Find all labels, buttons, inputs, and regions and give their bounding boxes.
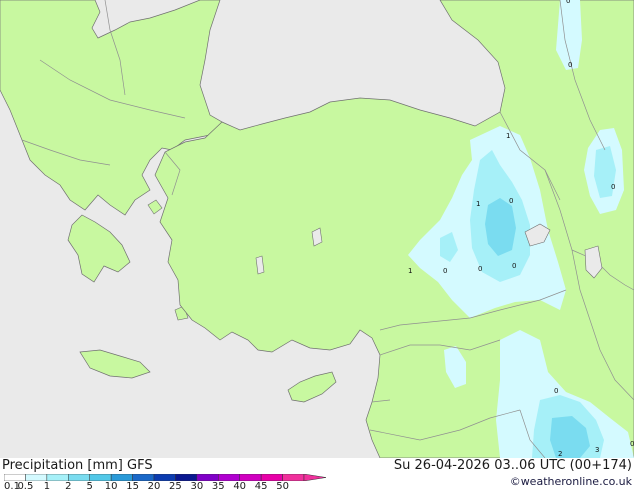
legend-tick-label: 30 (190, 481, 204, 492)
legend-tick-label: 35 (211, 481, 225, 492)
legend-swatch (110, 474, 133, 481)
precip-value-label: 0 (509, 197, 513, 205)
legend-tick-label: 2 (65, 481, 72, 492)
legend-swatch (46, 474, 69, 481)
map-footer: Precipitation [mm] GFS Su 26-04-2026 03.… (0, 458, 634, 492)
legend-tick-label: 25 (169, 481, 182, 492)
legend-tick-label: 40 (233, 481, 247, 492)
precip-value-label: 1 (476, 200, 480, 208)
precip-value-label: 0 (568, 61, 572, 69)
legend-swatch (282, 474, 305, 481)
precip-value-label: 0 (478, 265, 482, 273)
credit-text[interactable]: ©weatheronline.co.uk (510, 475, 632, 488)
forecast-run-info: Su 26-04-2026 03..06 UTC (00+174) (393, 458, 632, 473)
legend-swatch (4, 474, 26, 481)
precip-value-label: 0 (611, 183, 615, 191)
precip-value-label: 1 (506, 132, 510, 140)
precip-value-label: 1 (408, 267, 412, 275)
precip-value-label: 0 (554, 387, 558, 395)
legend-swatch (25, 474, 48, 481)
legend-tick-label: 45 (254, 481, 268, 492)
legend-swatch (132, 474, 155, 481)
precip-value-label: 3 (595, 446, 599, 454)
legend-tick-label: 5 (86, 481, 93, 492)
legend-swatch (68, 474, 90, 481)
legend-swatch (218, 474, 240, 481)
legend-swatch (260, 474, 283, 481)
legend-tick-label: 10 (104, 481, 118, 492)
legend-tick-label: 0.5 (17, 481, 34, 492)
legend-tick-label: 20 (147, 481, 161, 492)
legend-tick-label: 15 (126, 481, 139, 492)
legend-swatch (153, 474, 176, 481)
legend-swatch (175, 474, 198, 481)
precipitation-legend (4, 474, 327, 481)
map-title: Precipitation [mm] GFS (2, 458, 153, 473)
precip-value-label: 0 (566, 0, 570, 5)
legend-tick-label: 50 (276, 481, 289, 492)
legend-swatch (239, 474, 262, 481)
precip-value-label: 0 (443, 267, 447, 275)
precipitation-map[interactable]: 0 0 1 0 1 0 1 0 0 0 0 2 3 0 (0, 0, 634, 458)
precip-value-label: 0 (630, 440, 634, 448)
legend-arrow (303, 474, 327, 481)
legend-swatch (196, 474, 219, 481)
precip-value-label: 0 (512, 262, 516, 270)
precip-value-label: 2 (558, 450, 562, 458)
legend-swatch (89, 474, 112, 481)
legend-tick-label: 1 (43, 481, 51, 492)
